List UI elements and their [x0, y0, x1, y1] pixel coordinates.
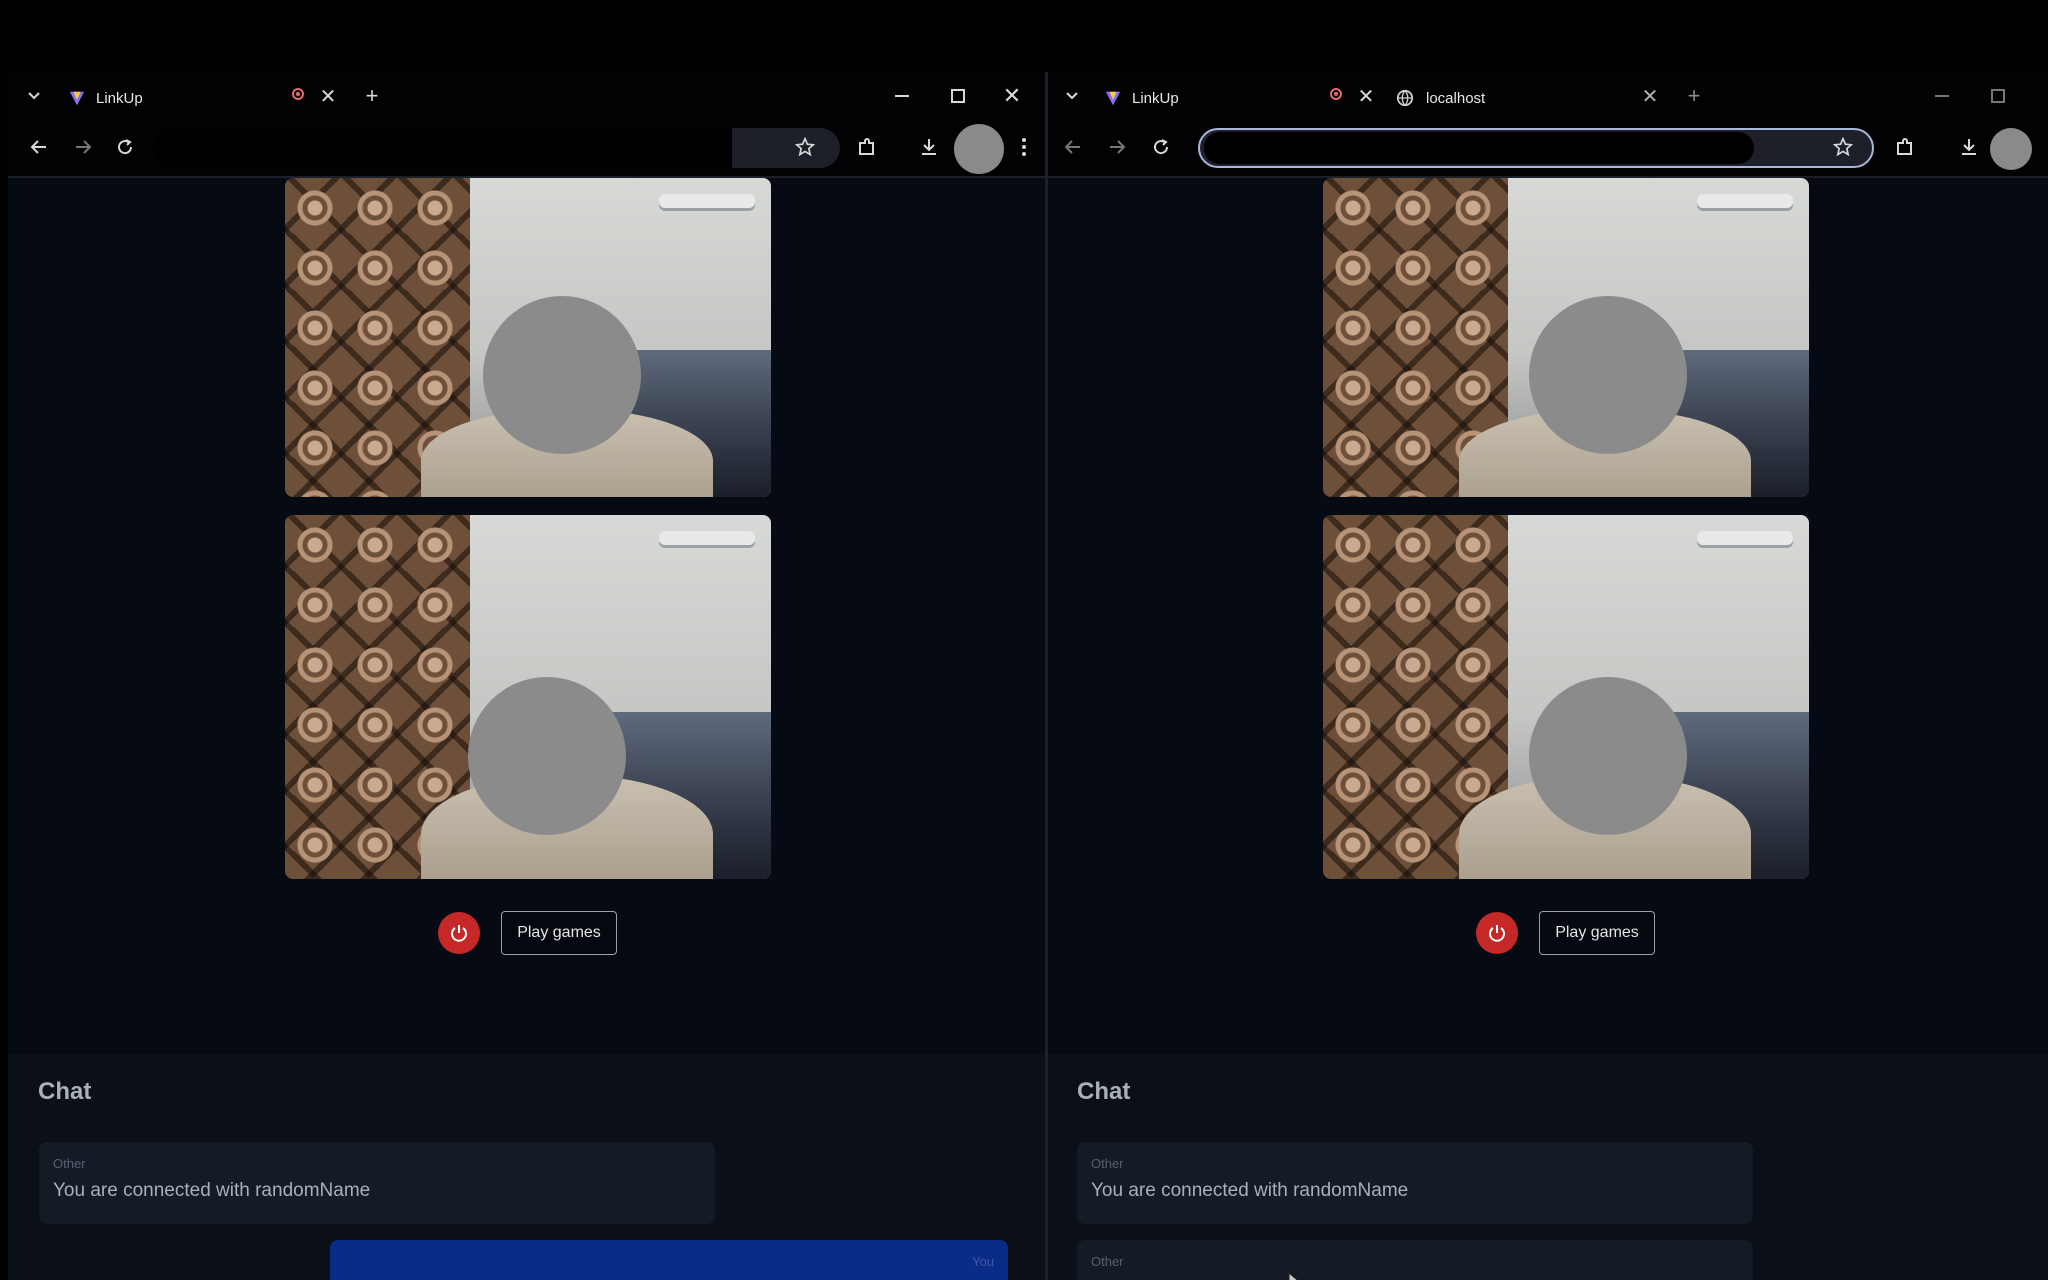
reload-icon[interactable]: [110, 132, 140, 162]
extensions-icon[interactable]: [1890, 132, 1920, 162]
remote-video: [1323, 178, 1809, 497]
minimize-icon[interactable]: [888, 82, 916, 110]
new-tab-icon[interactable]: +: [1680, 82, 1708, 110]
close-window-icon[interactable]: ✕: [998, 82, 1026, 110]
video-frame: [285, 178, 771, 497]
tab-search-icon[interactable]: [20, 82, 48, 110]
close-icon[interactable]: ✕: [1636, 82, 1664, 110]
tab-title: localhost: [1426, 89, 1486, 107]
menu-icon[interactable]: [1014, 132, 1034, 162]
globe-icon: [1396, 89, 1414, 107]
tab-linkup[interactable]: LinkUp: [1104, 80, 1179, 116]
browser-toolbar: [1048, 120, 2048, 178]
linkup-logo-icon: [69, 91, 85, 106]
message-sender: Other: [1091, 1254, 1124, 1269]
end-call-button[interactable]: [438, 912, 480, 954]
face-blur: [1529, 296, 1687, 454]
page-content: Play games Chat Other You are connected …: [1048, 178, 2048, 1280]
chat-title: Chat: [1077, 1078, 1131, 1105]
tab-strip: LinkUp ✕ + ✕: [8, 72, 1046, 120]
close-icon[interactable]: ✕: [1352, 82, 1380, 110]
browser-window-right: LinkUp ✕ localhost ✕ + Play games Chat O…: [1048, 72, 2048, 1280]
browser-toolbar: [8, 120, 1046, 178]
reload-icon[interactable]: [1146, 132, 1176, 162]
video-frame: [1323, 178, 1809, 497]
chat-message: Other hello: [1077, 1240, 1753, 1280]
message-sender: Other: [53, 1156, 86, 1171]
minimize-icon[interactable]: [1928, 82, 1956, 110]
back-icon[interactable]: [1058, 132, 1088, 162]
browser-window-left: LinkUp ✕ + ✕ Play games Chat Other You a…: [8, 72, 1046, 1280]
recording-icon: [292, 88, 304, 100]
play-games-button[interactable]: Play games: [501, 911, 617, 955]
chat-panel: Chat Other You are connected with random…: [1048, 1054, 2048, 1280]
tab-search-icon[interactable]: [1058, 82, 1086, 110]
maximize-icon[interactable]: [944, 82, 972, 110]
video-frame: [1323, 515, 1809, 879]
address-bar-end: [732, 128, 840, 168]
forward-icon[interactable]: [68, 132, 98, 162]
message-text: You are connected with randomName: [1091, 1180, 1409, 1201]
address-bar[interactable]: [1198, 128, 1874, 168]
mouse-cursor-icon: [1288, 1272, 1299, 1280]
linkup-logo-icon: [1105, 91, 1121, 106]
message-sender: Other: [1091, 1156, 1124, 1171]
download-icon[interactable]: [914, 132, 944, 162]
profile-avatar[interactable]: [954, 124, 1004, 174]
tab-title: LinkUp: [1132, 89, 1179, 107]
profile-avatar[interactable]: [1990, 128, 2032, 170]
chat-message: You hello: [330, 1240, 1008, 1280]
star-icon[interactable]: [790, 132, 820, 162]
face-blur: [483, 296, 641, 454]
tab-strip: LinkUp ✕ localhost ✕ +: [1048, 72, 2048, 120]
face-blur: [1529, 677, 1687, 835]
play-games-button[interactable]: Play games: [1539, 911, 1655, 955]
close-icon[interactable]: ✕: [314, 82, 342, 110]
recording-icon: [1330, 88, 1342, 100]
star-icon[interactable]: [1828, 132, 1858, 162]
tab-linkup[interactable]: LinkUp: [68, 80, 143, 116]
face-blur: [468, 677, 626, 835]
end-call-button[interactable]: [1476, 912, 1518, 954]
page-content: Play games Chat Other You are connected …: [8, 178, 1046, 1280]
message-text: You are connected with randomName: [53, 1180, 371, 1201]
tab-localhost[interactable]: localhost: [1396, 80, 1485, 116]
local-video: [285, 515, 771, 879]
chat-message: Other You are connected with randomName: [39, 1142, 715, 1224]
local-video: [1323, 515, 1809, 879]
chat-message: Other You are connected with randomName: [1077, 1142, 1753, 1224]
maximize-icon[interactable]: [1984, 82, 2012, 110]
forward-icon[interactable]: [1102, 132, 1132, 162]
tab-title: LinkUp: [96, 89, 143, 107]
remote-video: [285, 178, 771, 497]
message-sender: You: [972, 1254, 994, 1269]
chat-title: Chat: [38, 1078, 92, 1105]
extensions-icon[interactable]: [852, 132, 882, 162]
power-icon: [1489, 925, 1505, 942]
download-icon[interactable]: [1954, 132, 1984, 162]
video-frame: [285, 515, 771, 879]
back-icon[interactable]: [24, 132, 54, 162]
new-tab-icon[interactable]: +: [358, 82, 386, 110]
chat-panel: Chat Other You are connected with random…: [8, 1054, 1046, 1280]
power-icon: [451, 925, 467, 942]
